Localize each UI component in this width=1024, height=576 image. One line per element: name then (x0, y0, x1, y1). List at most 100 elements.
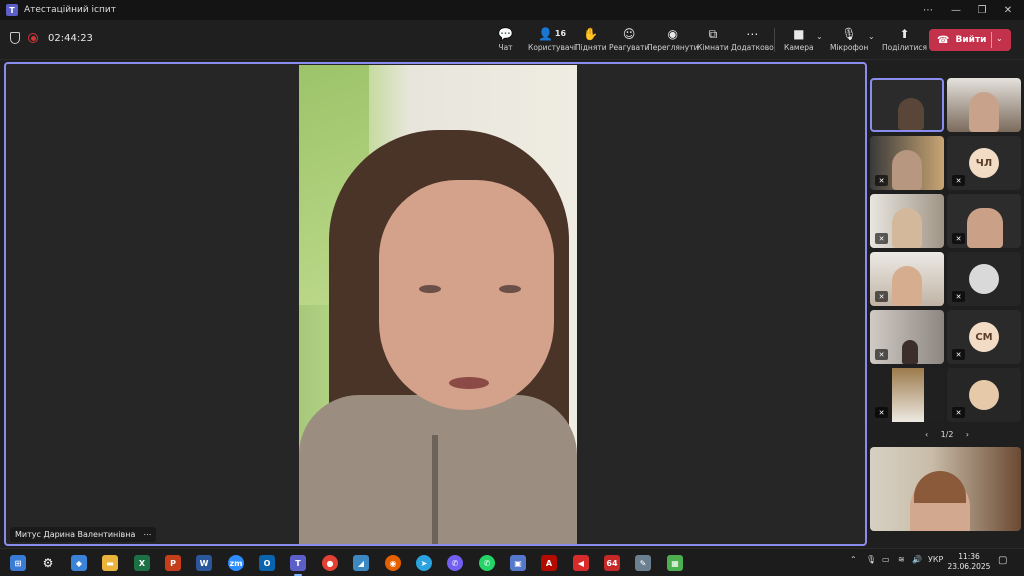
minimize-icon[interactable]: — (942, 0, 970, 20)
teams-taskbar-icon[interactable]: T (290, 555, 306, 576)
more-button[interactable]: ⋯ Додатково (731, 26, 774, 56)
page-indicator: 1/2 (940, 429, 954, 439)
rooms-icon: ⧉ (708, 27, 718, 41)
participant-tile[interactable] (870, 78, 944, 132)
chevron-left-icon[interactable]: ‹ (925, 430, 928, 439)
hand-icon: ✋ (583, 27, 599, 41)
camera-options-chevron-icon[interactable]: ⌄ (816, 32, 823, 41)
gallery-pager: ‹ 1/2 › (925, 428, 969, 440)
app-64-icon[interactable]: 64 (604, 555, 620, 571)
tray-mic-icon[interactable]: 🎙 (866, 555, 876, 564)
muted-mic-icon: ✕ (952, 175, 965, 186)
volume-icon[interactable]: 🔊 (912, 555, 922, 564)
muted-mic-icon: ✕ (875, 175, 888, 186)
smiley-icon: ☺ (622, 27, 636, 41)
speaker-name: Митус Дарина Валентинівна (15, 530, 136, 539)
language-indicator[interactable]: УКР (928, 555, 943, 564)
mic-button[interactable]: 🎙 Мікрофон (830, 26, 868, 56)
muted-mic-icon: ✕ (952, 407, 965, 418)
app-icon[interactable]: ◢ (353, 555, 369, 571)
phone-hangup-icon: ☎ (937, 34, 950, 46)
muted-mic-icon: ✕ (952, 233, 965, 244)
participant-photo (969, 264, 999, 294)
participant-options-icon[interactable]: ⋯ (143, 530, 151, 539)
speaker-video[interactable] (299, 65, 577, 544)
muted-mic-icon: ✕ (875, 233, 888, 244)
outlook-icon[interactable]: O (259, 555, 275, 571)
participant-photo (969, 380, 999, 410)
anydesk-icon[interactable]: ◀ (573, 555, 589, 571)
participant-tile[interactable]: ✕ (947, 252, 1021, 306)
participants-count: 16 (554, 29, 567, 38)
muted-mic-icon: ✕ (875, 291, 888, 302)
camera-icon: ■ (793, 27, 805, 41)
participant-tile[interactable]: ЧЛ ✕ (947, 136, 1021, 190)
wifi-icon[interactable]: ≋ (898, 555, 905, 564)
more-options-icon[interactable]: ⋯ (914, 0, 942, 20)
system-clock[interactable]: 11:36 23.06.2025 (946, 552, 992, 572)
powerpoint-icon[interactable]: P (165, 555, 181, 571)
main-stage: Митус Дарина Валентинівна ⋯ (4, 62, 867, 546)
leave-options-chevron-icon[interactable]: ⌄ (996, 34, 1003, 43)
participant-gallery: ✕ ЧЛ ✕ ✕ ✕ ✕ ✕ ✕ СМ ✕ ✕ ✕ (869, 78, 1024, 438)
file-explorer-icon[interactable]: ▬ (102, 555, 118, 571)
muted-mic-icon: ✕ (952, 349, 965, 360)
mic-options-chevron-icon[interactable]: ⌄ (868, 32, 875, 41)
participant-tile[interactable]: ✕ (870, 136, 944, 190)
camera-button[interactable]: ■ Камера (784, 26, 814, 56)
zoom-icon[interactable]: zm (228, 555, 244, 571)
participant-tile[interactable]: ✕ (947, 194, 1021, 248)
acrobat-icon[interactable]: A (541, 555, 557, 571)
share-icon: ⬆ (899, 27, 910, 41)
excel-icon[interactable]: X (134, 555, 150, 571)
chevron-right-icon[interactable]: › (966, 430, 969, 439)
maximize-icon[interactable]: ❐ (968, 0, 996, 20)
leave-button[interactable]: ☎ Вийти ⌄ (929, 29, 1011, 51)
windows-start-icon[interactable]: ⊞ (10, 555, 26, 571)
battery-icon[interactable]: ▭ (882, 555, 890, 564)
window-titlebar: T Атестаційний іспит ⋯ — ❐ ✕ (0, 0, 1024, 20)
more-icon: ⋯ (746, 27, 759, 41)
close-icon[interactable]: ✕ (994, 0, 1022, 20)
chat-button[interactable]: 💬 Чат (498, 26, 513, 56)
view-icon: ◉ (667, 27, 678, 41)
shield-icon[interactable] (10, 32, 20, 44)
view-button[interactable]: ◉ Переглянути (647, 26, 698, 56)
participant-tile[interactable]: ✕ (870, 252, 944, 306)
participant-tile[interactable]: ✕ (870, 310, 944, 364)
meeting-toolbar: 02:44:23 💬 Чат 👤 16 Користувачі ✋ Підняти… (0, 20, 1024, 60)
chat-icon: 💬 (498, 27, 513, 41)
rooms-button[interactable]: ⧉ Кімнати (697, 26, 729, 56)
participant-tile[interactable] (947, 78, 1021, 132)
share-button[interactable]: ⬆ Поділитися (882, 26, 927, 56)
people-button[interactable]: 👤 16 Користувачі (528, 26, 576, 56)
viber-icon[interactable]: ✆ (447, 555, 463, 571)
window-title: Атестаційний іспит (24, 5, 116, 15)
participant-tile[interactable]: ✕ (870, 194, 944, 248)
participant-tile[interactable]: ✕ (947, 368, 1021, 422)
people-icon: 👤 (537, 27, 553, 41)
participant-tile[interactable]: ✕ (870, 368, 944, 422)
calculator-icon[interactable]: ▦ (667, 555, 683, 571)
meeting-timer: 02:44:23 (48, 32, 93, 44)
app-icon-2[interactable]: ✎ (635, 555, 651, 571)
word-icon[interactable]: W (196, 555, 212, 571)
settings-gear-icon[interactable]: ⚙ (40, 555, 56, 571)
meeting-status: 02:44:23 (10, 32, 93, 44)
self-view-video[interactable] (870, 447, 1021, 531)
muted-mic-icon: ✕ (952, 291, 965, 302)
telegram-icon[interactable]: ➤ (416, 555, 432, 571)
raise-hand-button[interactable]: ✋ Підняти (575, 26, 607, 56)
participant-tile[interactable]: СМ ✕ (947, 310, 1021, 364)
react-button[interactable]: ☺ Реагувати (609, 26, 649, 56)
recording-icon (28, 33, 38, 43)
copilot-icon[interactable]: ◆ (71, 555, 87, 571)
chrome-icon[interactable]: ● (322, 555, 338, 571)
floppy-save-icon[interactable]: ▣ (510, 555, 526, 571)
speaker-name-tag: Митус Дарина Валентинівна ⋯ (10, 527, 157, 542)
toolbar-divider (774, 28, 775, 52)
whatsapp-icon[interactable]: ✆ (479, 555, 495, 571)
chevron-up-icon[interactable]: ⌃ (850, 555, 857, 564)
firefox-icon[interactable]: ◉ (385, 555, 401, 571)
notification-icon[interactable]: ▢ (998, 555, 1007, 566)
